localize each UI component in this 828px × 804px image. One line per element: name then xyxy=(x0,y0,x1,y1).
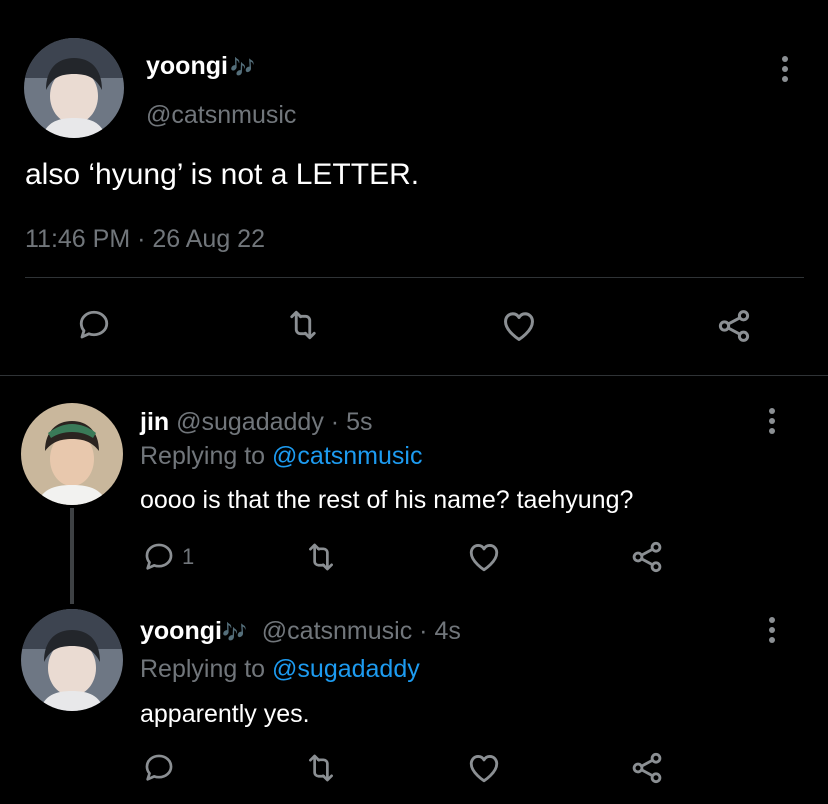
share-icon xyxy=(629,750,665,786)
replying-to: Replying to @sugadaddy xyxy=(140,655,420,684)
like-icon xyxy=(500,307,538,345)
reply-text: oooo is that the rest of his name? taehy… xyxy=(140,486,634,514)
retweet-icon xyxy=(285,307,321,343)
reply-count: 1 xyxy=(182,544,195,569)
handle[interactable]: @catsnmusic xyxy=(262,617,412,645)
retweet-icon xyxy=(304,540,338,574)
avatar[interactable] xyxy=(21,609,123,711)
retweet-button[interactable] xyxy=(304,751,338,785)
relative-time[interactable]: · 5s xyxy=(331,408,373,436)
tweet-text: also ‘hyung’ is not a LETTER. xyxy=(25,158,420,191)
replying-to-label: Replying to xyxy=(140,442,266,470)
divider xyxy=(25,277,804,278)
reply-button[interactable] xyxy=(76,307,112,343)
tweet-timestamp[interactable]: 11:46 PM · 26 Aug 22 xyxy=(25,225,265,254)
reply-button[interactable] xyxy=(142,751,176,785)
reply-header: jin @sugadaddy · 5s xyxy=(140,408,372,437)
reply-icon xyxy=(76,307,112,343)
like-icon xyxy=(466,750,502,786)
more-options-icon[interactable] xyxy=(768,408,776,434)
retweet-icon xyxy=(304,751,338,785)
share-icon xyxy=(715,307,753,345)
more-options-icon[interactable] xyxy=(768,617,776,643)
thread-connector xyxy=(70,508,74,604)
music-notes-emoji: 🎶 xyxy=(229,57,255,79)
like-button[interactable] xyxy=(466,750,502,786)
tweet-thread: yoongi 🎶 @catsnmusic also ‘hyung’ is not … xyxy=(0,0,828,804)
display-name[interactable]: yoongi xyxy=(140,617,222,645)
avatar[interactable] xyxy=(24,38,124,138)
more-options-icon[interactable] xyxy=(781,56,789,82)
share-button[interactable] xyxy=(715,307,753,345)
avatar[interactable] xyxy=(21,403,123,505)
share-button[interactable] xyxy=(629,750,665,786)
mention-link[interactable]: @catsnmusic xyxy=(272,442,422,470)
handle[interactable]: @sugadaddy xyxy=(176,408,324,436)
reply-text: apparently yes. xyxy=(140,700,310,728)
handle[interactable]: @catsnmusic xyxy=(146,101,296,130)
music-notes-emoji: 🎶 xyxy=(221,622,247,644)
reply-header: yoongi🎶 @catsnmusic · 4s xyxy=(140,617,461,646)
share-icon xyxy=(629,539,665,575)
display-name-text: yoongi xyxy=(146,52,228,80)
like-button[interactable] xyxy=(466,539,502,575)
replying-to: Replying to @catsnmusic xyxy=(140,442,422,471)
replying-to-label: Replying to xyxy=(140,655,266,683)
like-icon xyxy=(466,539,502,575)
share-button[interactable] xyxy=(629,539,665,575)
reply-icon xyxy=(142,540,176,574)
divider xyxy=(0,375,828,376)
reply-button[interactable]: 1 xyxy=(142,540,194,574)
display-name[interactable]: jin xyxy=(140,408,169,436)
mention-link[interactable]: @sugadaddy xyxy=(272,655,420,683)
display-name[interactable]: yoongi 🎶 xyxy=(146,52,255,81)
retweet-button[interactable] xyxy=(285,307,321,343)
reply-icon xyxy=(142,751,176,785)
relative-time[interactable]: · 4s xyxy=(419,617,461,645)
like-button[interactable] xyxy=(500,307,538,345)
retweet-button[interactable] xyxy=(304,540,338,574)
